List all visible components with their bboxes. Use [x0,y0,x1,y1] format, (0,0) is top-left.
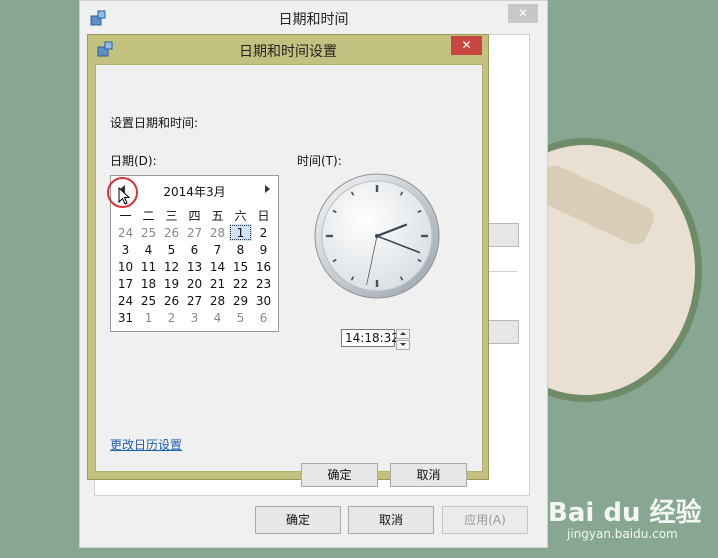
weekday-header: 日 [257,209,270,223]
calendar-day[interactable]: 27 [183,224,206,241]
change-button-partial[interactable] [485,223,519,247]
calendar-day[interactable]: 24 [114,292,137,309]
calendar-day[interactable]: 5 [160,241,183,258]
settings-dialog-title: 日期和时间设置 [239,44,337,60]
calendar-day[interactable]: 29 [229,292,252,309]
calendar-day[interactable]: 6 [183,241,206,258]
settings-heading: 设置日期和时间: [110,116,199,130]
calendar-day[interactable]: 20 [183,275,206,292]
date-time-titlebar: 日期和时间 ✕ [80,1,547,34]
time-up-arrow-icon[interactable] [396,329,410,339]
calendar-day[interactable]: 25 [137,292,160,309]
weekday-header: 四 [188,209,201,223]
weekday-header: 二 [142,209,155,223]
time-spinner[interactable] [396,329,410,350]
time-label: 时间(T): [297,154,342,168]
calendar-day[interactable]: 10 [114,258,137,275]
change-timezone-button-partial[interactable] [485,320,519,344]
calendar-day[interactable]: 4 [137,241,160,258]
calendar-day[interactable]: 2 [252,224,275,241]
calendar-day[interactable]: 11 [137,258,160,275]
calendar-day[interactable]: 12 [160,258,183,275]
calendar-week-row: 10 11 12 13 14 15 16 [114,258,275,275]
calendar-day[interactable]: 15 [229,258,252,275]
settings-close-button[interactable]: ✕ [451,36,482,55]
weekday-header: 六 [234,209,247,223]
weekday-header: 一 [119,209,132,223]
calendar-day[interactable]: 17 [114,275,137,292]
calendar-day[interactable]: 24 [114,224,137,241]
calendar-week-row: 24 25 26 27 28 1 2 [114,224,275,241]
calendar-day[interactable]: 13 [183,258,206,275]
calendar-day[interactable]: 6 [252,309,275,326]
calendar-day[interactable]: 3 [183,309,206,326]
calendar-day[interactable]: 22 [229,275,252,292]
settings-content: 设置日期和时间: 日期(D): 时间(T): 2014年3月 一二三四五六日 2… [95,64,483,487]
calendar-day[interactable]: 25 [137,224,160,241]
calendar-day[interactable]: 18 [137,275,160,292]
calendar-day[interactable]: 19 [160,275,183,292]
time-down-arrow-icon[interactable] [396,340,410,350]
calendar-day[interactable]: 1 [137,309,160,326]
analog-clock [314,173,440,299]
calendar-day[interactable]: 28 [206,292,229,309]
calendar-day[interactable]: 9 [252,241,275,258]
calendar-grid: 一二三四五六日 24 25 26 27 28 1 2 3 4 5 6 7 8 9 10 11 12 13 14 15 1… [114,207,275,326]
baidu-watermark-url: jingyan.baidu.com [567,527,678,541]
calendar-day[interactable]: 5 [229,309,252,326]
close-button[interactable]: ✕ [508,4,538,23]
next-month-arrow-icon[interactable] [265,185,270,193]
calendar-day-selected[interactable]: 1 [229,224,252,241]
calendar-week-row: 17 18 19 20 21 22 23 [114,275,275,292]
time-input[interactable]: 14:18:32 [341,329,399,347]
calendar-day[interactable]: 16 [252,258,275,275]
ok-button[interactable]: 确定 [255,506,341,534]
mouse-cursor-icon [118,187,131,205]
settings-cancel-button[interactable]: 取消 [390,463,467,487]
calendar-day[interactable]: 30 [252,292,275,309]
calendar: 2014年3月 一二三四五六日 24 25 26 27 28 1 2 3 4 5 6 7 8 9 10 11 1… [107,175,279,332]
calendar-day[interactable]: 27 [183,292,206,309]
calendar-day[interactable]: 23 [252,275,275,292]
dialog-title: 日期和时间 [278,12,349,28]
settings-ok-button[interactable]: 确定 [301,463,378,487]
weekday-header: 三 [165,209,178,223]
weekday-header: 五 [211,209,224,223]
calendar-day[interactable]: 26 [160,292,183,309]
calendar-day[interactable]: 21 [206,275,229,292]
date-label: 日期(D): [110,154,157,168]
calendar-month-title[interactable]: 2014年3月 [111,183,278,200]
change-calendar-settings-link[interactable]: 更改日历设置 [110,436,182,453]
calendar-day[interactable]: 8 [229,241,252,258]
calendar-days: 24 25 26 27 28 1 2 3 4 5 6 7 8 9 10 11 12 13 14 15 16 17 18 19 2… [114,224,275,326]
apply-button[interactable]: 应用(A) [442,506,528,534]
calendar-day[interactable]: 7 [206,241,229,258]
date-time-settings-dialog: 日期和时间设置 ✕ 设置日期和时间: 日期(D): 时间(T): 2014年3月… [87,34,489,487]
panel-divider [485,271,517,272]
calendar-week-row: 3456789 [114,241,275,258]
calendar-day[interactable]: 31 [114,309,137,326]
calendar-day[interactable]: 2 [160,309,183,326]
calendar-day[interactable]: 14 [206,258,229,275]
background-stripe [532,161,658,249]
weekday-header-row: 一二三四五六日 [114,207,275,224]
calendar-week-row: 31 1 2 3 4 5 6 [114,309,275,326]
cancel-button[interactable]: 取消 [348,506,434,534]
calendar-day[interactable]: 26 [160,224,183,241]
calendar-day[interactable]: 3 [114,241,137,258]
calendar-week-row: 24 25 26 27 28 29 30 [114,292,275,309]
calendar-day[interactable]: 4 [206,309,229,326]
baidu-watermark-logo: Bai du 经验 [548,498,702,528]
calendar-day[interactable]: 28 [206,224,229,241]
